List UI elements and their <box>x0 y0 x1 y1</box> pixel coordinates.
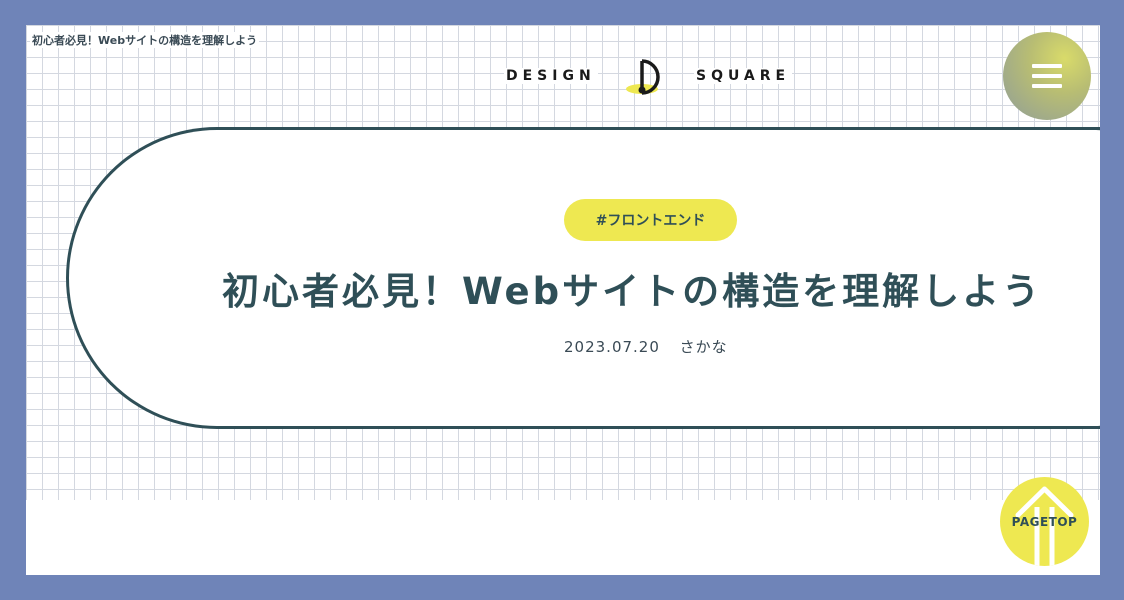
menu-button[interactable] <box>1003 32 1091 120</box>
pagetop-button[interactable]: PAGETOP <box>1000 477 1089 566</box>
article-meta: 2023.07.20 さかな <box>564 336 742 357</box>
article-author: さかな <box>679 338 728 356</box>
logo-text-square: SQUARE <box>694 68 793 84</box>
breadcrumb[interactable]: 初心者必見！Webサイトの構造を理解しよう <box>30 32 260 48</box>
logo-mark-icon <box>626 59 660 95</box>
article-date: 2023.07.20 <box>564 338 660 356</box>
pagetop-label: PAGETOP <box>1011 515 1078 529</box>
page: 初心者必見！Webサイトの構造を理解しよう DESIGN SQUARE #フロン… <box>26 25 1100 575</box>
article-title: 初心者必見！Webサイトの構造を理解しよう <box>222 270 1043 313</box>
category-tag[interactable]: #フロントエンド <box>564 199 737 241</box>
site-logo[interactable]: DESIGN SQUARE <box>504 57 804 97</box>
hamburger-menu-icon <box>1032 58 1062 94</box>
logo-text-design: DESIGN <box>504 68 598 84</box>
